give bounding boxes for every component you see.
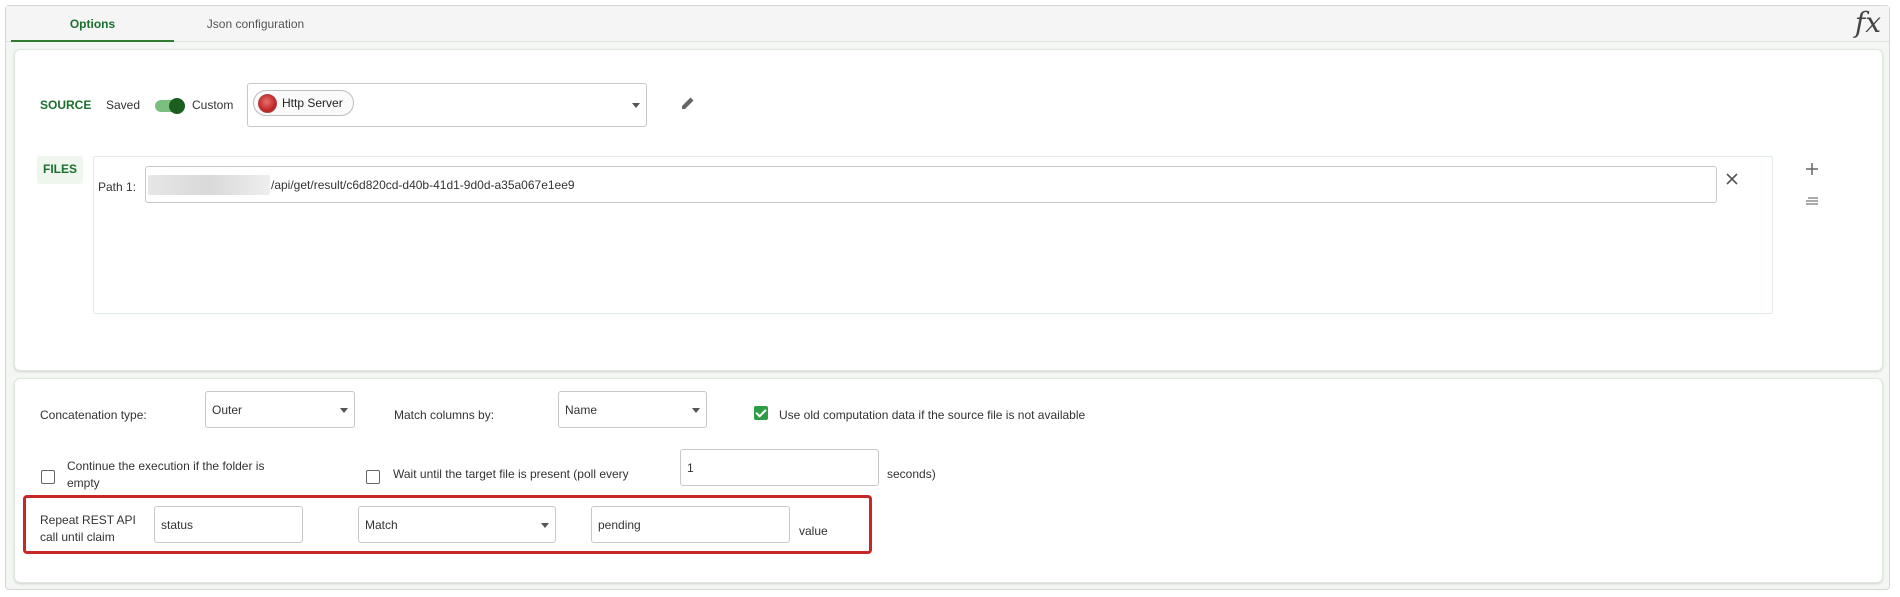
tab-options[interactable]: Options bbox=[11, 6, 174, 42]
continue-execution-label-line1: Continue the execution if the folder is bbox=[67, 459, 265, 473]
path-label: Path 1: bbox=[98, 180, 137, 194]
poll-seconds-input[interactable]: 1 bbox=[680, 449, 879, 486]
toggle-knob bbox=[169, 98, 185, 114]
files-box: Path 1: /api/get/result/c6d820cd-d40b-41… bbox=[93, 156, 1773, 314]
source-label: SOURCE bbox=[40, 98, 92, 112]
use-old-data-label: Use old computation data if the source f… bbox=[779, 408, 1086, 422]
http-server-icon bbox=[258, 94, 277, 113]
highlight-box bbox=[23, 495, 872, 554]
match-columns-value: Name bbox=[565, 402, 598, 417]
chevron-down-icon bbox=[632, 103, 640, 108]
match-columns-select[interactable]: Name bbox=[558, 391, 707, 428]
source-panel: SOURCE Saved Custom Http Server FILES Pa… bbox=[14, 49, 1883, 371]
continue-execution-label-line2: empty bbox=[67, 476, 100, 490]
concatenation-select[interactable]: Outer bbox=[205, 391, 355, 428]
match-columns-label: Match columns by: bbox=[394, 408, 495, 422]
tab-bar: Options Json configuration fx bbox=[6, 6, 1889, 42]
use-old-data-checkbox[interactable] bbox=[754, 406, 768, 420]
wait-target-label: Wait until the target file is present (p… bbox=[393, 467, 629, 481]
files-label: FILES bbox=[43, 162, 78, 176]
files-tag: FILES bbox=[37, 156, 84, 184]
continue-execution-checkbox[interactable] bbox=[41, 470, 55, 484]
source-chip-label: Http Server bbox=[282, 96, 343, 110]
tab-json-configuration[interactable]: Json configuration bbox=[178, 6, 333, 42]
options-panel: Concatenation type: Outer Match columns … bbox=[14, 378, 1883, 583]
fx-icon[interactable]: fx bbox=[1855, 6, 1881, 39]
close-icon[interactable] bbox=[1724, 171, 1740, 191]
redacted-host bbox=[148, 174, 270, 195]
source-chip: Http Server bbox=[253, 90, 354, 116]
options-window: Options Json configuration fx SOURCE Sav… bbox=[5, 5, 1890, 590]
chevron-down-icon bbox=[692, 407, 700, 413]
seconds-label: seconds) bbox=[887, 467, 936, 481]
path-input[interactable]: /api/get/result/c6d820cd-d40b-41d1-9d0d-… bbox=[145, 166, 1717, 203]
wait-target-checkbox[interactable] bbox=[366, 470, 380, 484]
pencil-icon[interactable] bbox=[680, 95, 696, 115]
lines-icon[interactable] bbox=[1805, 194, 1819, 212]
concatenation-value: Outer bbox=[212, 402, 243, 417]
saved-custom-toggle[interactable] bbox=[155, 98, 185, 114]
saved-label: Saved bbox=[106, 98, 141, 112]
chevron-down-icon bbox=[340, 407, 348, 413]
concatenation-label: Concatenation type: bbox=[40, 408, 147, 422]
custom-label: Custom bbox=[192, 98, 234, 112]
plus-icon[interactable] bbox=[1805, 162, 1819, 180]
source-select[interactable]: Http Server bbox=[247, 83, 647, 127]
path-value: /api/get/result/c6d820cd-d40b-41d1-9d0d-… bbox=[271, 177, 575, 192]
